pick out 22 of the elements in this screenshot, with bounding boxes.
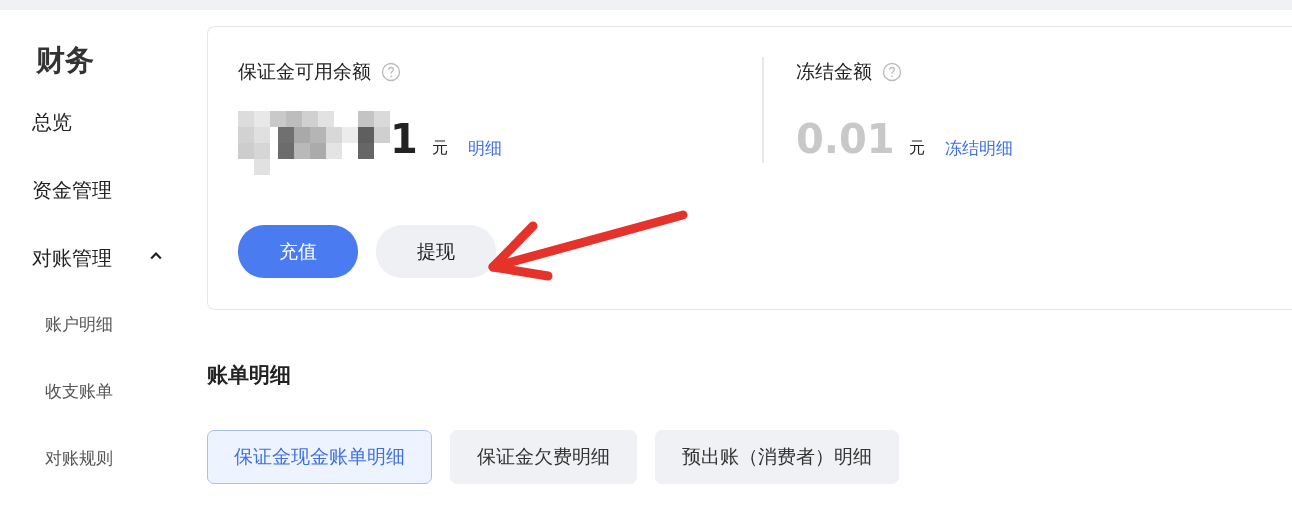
sidebar-item[interactable]: 对账管理 bbox=[32, 238, 162, 306]
action-button[interactable]: 充值 bbox=[238, 225, 358, 278]
detail-link[interactable]: 明细 bbox=[467, 133, 502, 163]
sidebar-subitem[interactable]: 对账规则 bbox=[32, 440, 207, 507]
sidebar-subitem[interactable]: 账户明细 bbox=[32, 306, 207, 373]
sidebar-item[interactable]: 资金管理 bbox=[32, 170, 162, 238]
tab[interactable]: 保证金现金账单明细 bbox=[207, 430, 432, 484]
help-icon[interactable] bbox=[882, 62, 902, 82]
currency-unit: 元 bbox=[431, 137, 448, 159]
currency-unit: 元 bbox=[908, 137, 925, 159]
section-title: 账单明细 bbox=[207, 362, 292, 389]
action-button[interactable]: 提现 bbox=[376, 225, 496, 278]
help-icon[interactable] bbox=[381, 62, 401, 82]
stat-label: 冻结金额 bbox=[796, 59, 872, 84]
tab[interactable]: 预出账（消费者）明细 bbox=[655, 430, 899, 484]
stat-label: 保证金可用余额 bbox=[238, 59, 371, 84]
tab[interactable]: 保证金欠费明细 bbox=[450, 430, 637, 484]
sidebar-subitem[interactable]: 收支账单 bbox=[32, 373, 207, 440]
detail-link[interactable]: 冻结明细 bbox=[944, 133, 1013, 163]
sidebar-item[interactable]: 总览 bbox=[32, 102, 162, 170]
amount-value: 1 bbox=[390, 115, 418, 163]
sidebar-title: 财务 bbox=[36, 42, 95, 79]
